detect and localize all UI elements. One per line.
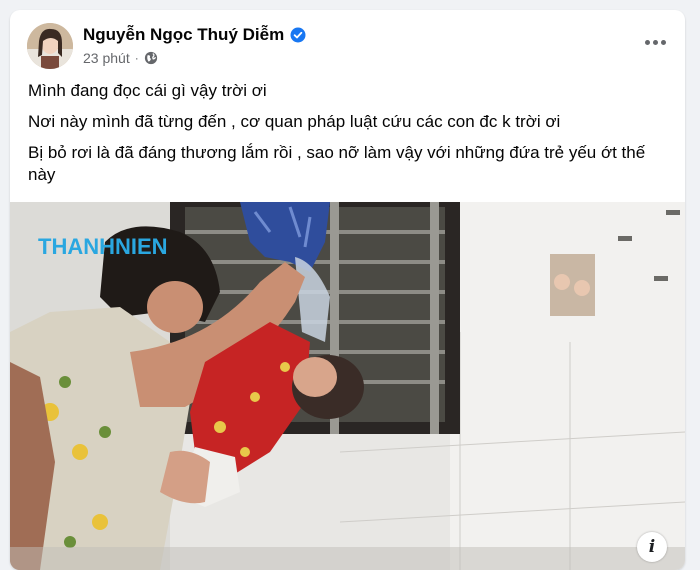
avatar-image	[27, 23, 73, 69]
info-icon: i	[648, 537, 656, 557]
post-photo[interactable]: THANHNIEN	[10, 202, 685, 570]
post-paragraph: Nơi này mình đã từng đến , cơ quan pháp …	[28, 112, 561, 131]
photo-watermark: THANHNIEN	[38, 234, 168, 259]
post-paragraph: Mình đang đọc cái gì vậy trời ơi	[28, 81, 267, 100]
meta-separator: ·	[134, 51, 139, 65]
more-options-button[interactable]	[637, 28, 673, 56]
verified-badge-icon	[290, 27, 306, 43]
post-text: Mình đang đọc cái gì vậy trời ơi Nơi này…	[28, 80, 668, 195]
author-name-row: Nguyễn Ngọc Thuý Diễm	[83, 25, 306, 45]
post-card: Nguyễn Ngọc Thuý Diễm 23 phút · Mình đan…	[10, 10, 685, 570]
author-avatar[interactable]	[27, 23, 73, 69]
post-paragraph: Bị bỏ rơi là đã đáng thương lắm rồi , sa…	[28, 143, 646, 184]
more-dot	[652, 39, 658, 45]
post-meta: 23 phút ·	[83, 50, 158, 66]
globe-icon[interactable]	[144, 51, 158, 65]
more-dot	[660, 39, 666, 45]
author-name[interactable]: Nguyễn Ngọc Thuý Diễm	[83, 25, 284, 45]
post-timestamp[interactable]: 23 phút	[83, 50, 130, 66]
post-header: Nguyễn Ngọc Thuý Diễm 23 phút ·	[10, 10, 685, 76]
more-options-icon	[644, 39, 650, 45]
